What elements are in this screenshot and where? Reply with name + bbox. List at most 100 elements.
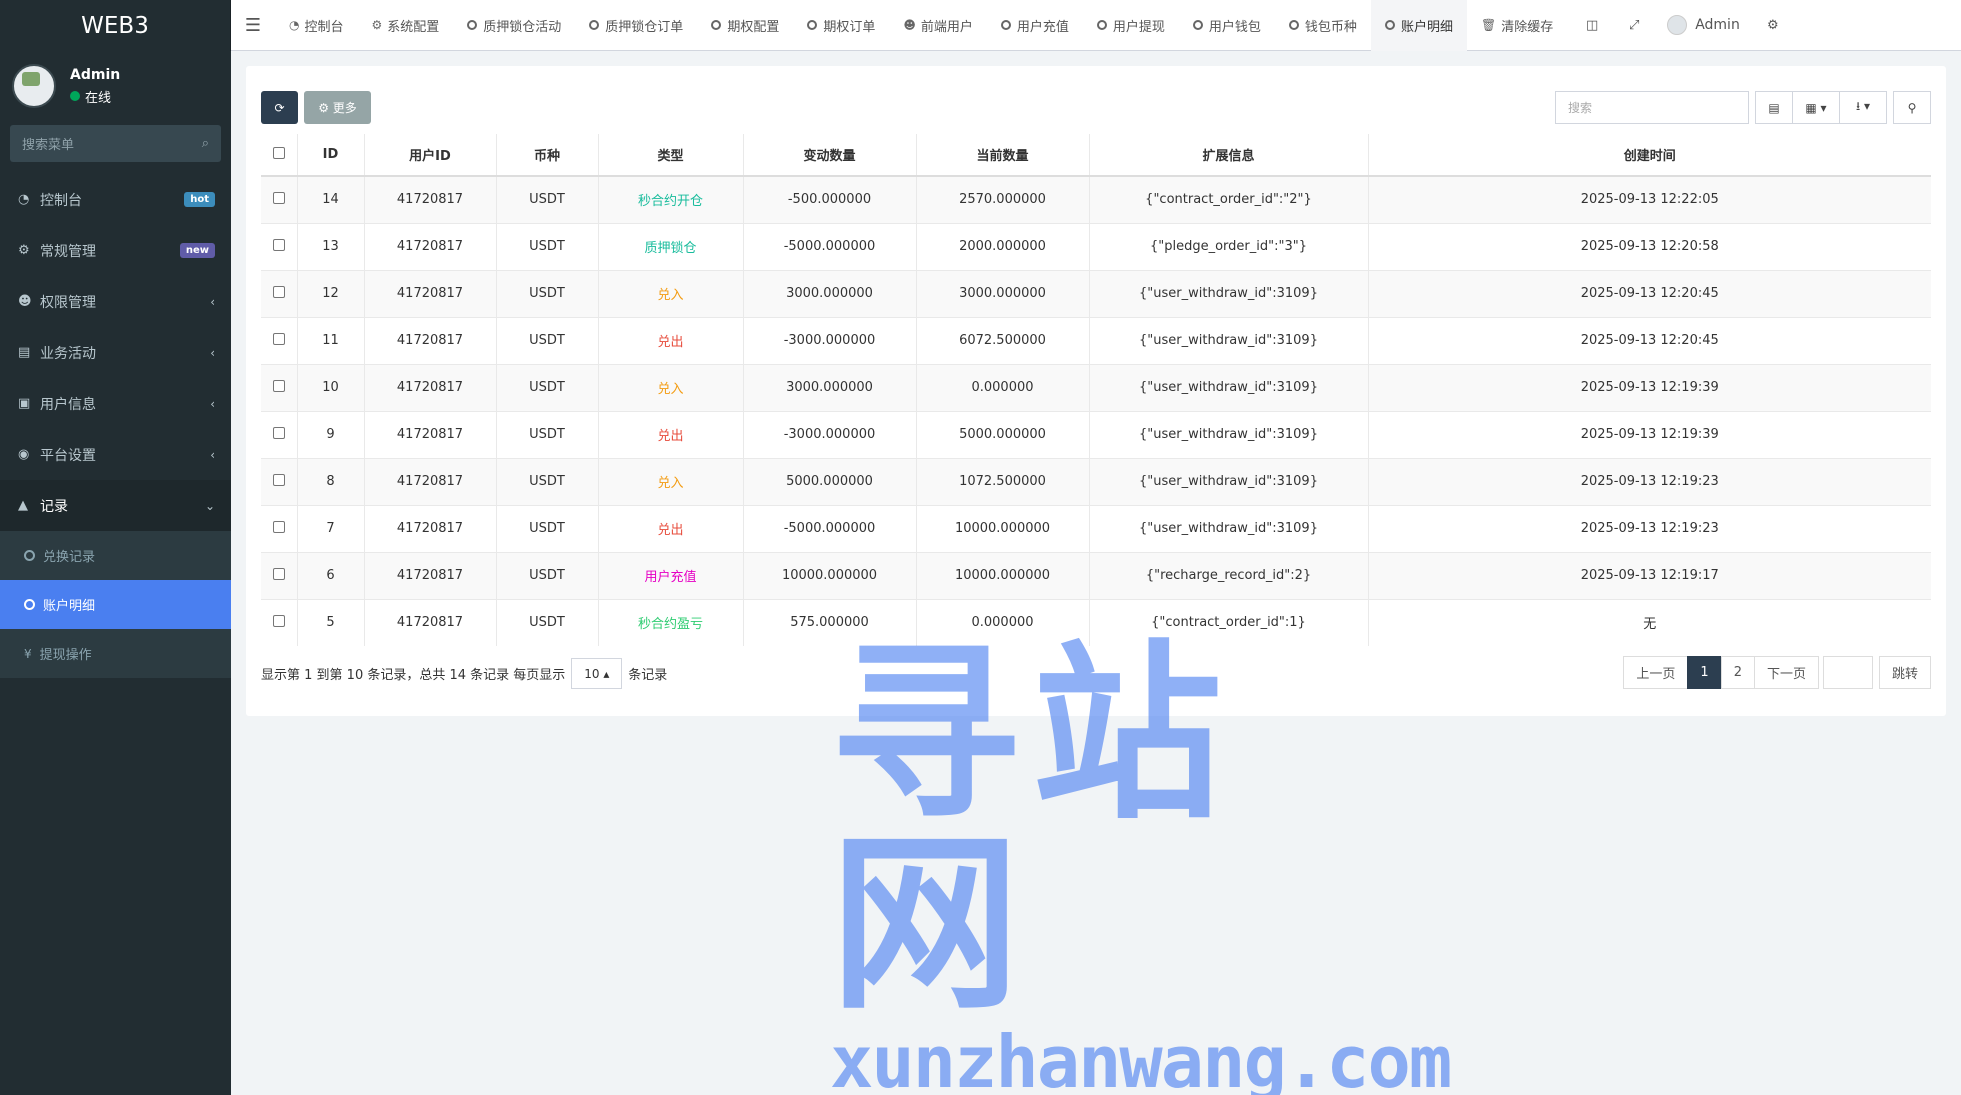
column-header[interactable]: ID [296,134,364,177]
column-header[interactable]: 用户ID [363,134,496,177]
table-row[interactable]: 14 41720817 USDT 秒合约开仓 -500.000000 2570.00000… [261,175,1931,223]
toggle-view-button[interactable]: ▤ [1755,91,1793,124]
tab-clear-cache[interactable]: 🗑 清除缓存 [1467,0,1567,51]
sidebar-subitem-withdraw-operations[interactable]: ¥ 提现操作 [0,629,231,678]
tab-pledge-activity[interactable]: 质押锁仓活动 [453,0,575,51]
pagination: 上一页 1 2 下一页 跳转 [1623,656,1931,689]
cell-type: 兑出 [597,504,743,552]
tab-user-withdraw[interactable]: 用户提现 [1083,0,1179,51]
table-row[interactable]: 12 41720817 USDT 兑入 3000.000000 3000.000000 {"… [261,269,1931,317]
cell-change: 575.000000 [742,598,916,646]
row-select-cell [261,598,297,646]
select-all-header[interactable] [261,134,297,177]
table-row[interactable]: 7 41720817 USDT 兑出 -5000.000000 10000.000000{… [261,504,1931,552]
tab-wallet-coins[interactable]: 钱包币种 [1275,0,1371,51]
tab-option-config[interactable]: 期权配置 [697,0,793,51]
column-header[interactable]: 扩展信息 [1088,134,1368,177]
sidebar-subitem-account-details[interactable]: 账户明细 [0,580,231,629]
table-row[interactable]: 6 41720817 USDT 用户充值 10000.000000 10000.00000… [261,551,1931,599]
cell-current: 2570.000000 [915,175,1089,223]
menu-toggle-icon[interactable]: ☰ [231,15,275,36]
row-checkbox[interactable] [272,567,285,580]
column-header[interactable]: 当前数量 [915,134,1089,177]
cell-type: 秒合约盈亏 [597,598,743,646]
tab-pledge-orders[interactable]: 质押锁仓订单 [575,0,697,51]
cell-change: -5000.000000 [742,504,916,552]
column-header[interactable]: 类型 [597,134,743,177]
new-badge: new [179,243,215,258]
more-button[interactable]: ⚙ 更多 [304,91,371,124]
page-1-button[interactable]: 1 [1687,656,1722,689]
jump-page-input[interactable] [1822,656,1873,689]
row-select-cell [261,175,297,223]
tab-option-orders[interactable]: 期权订单 [793,0,889,51]
cell-time: 2025-09-13 12:22:05 [1367,175,1931,223]
cell-id: 14 [296,175,364,223]
sidebar-item-activities[interactable]: ▤ 业务活动 ‹ [0,327,231,378]
table-row[interactable]: 9 41720817 USDT 兑出 -3000.000000 5000.000000 {"… [261,410,1931,458]
column-header[interactable]: 创建时间 [1367,134,1931,177]
row-checkbox[interactable] [272,238,285,251]
row-checkbox[interactable] [272,332,285,345]
tab-account-details[interactable]: 账户明细 [1370,0,1467,51]
brand-logo[interactable]: WEB3 [0,0,231,51]
cell-ext: {"contract_order_id":"2"} [1088,175,1368,223]
cell-type: 兑入 [597,457,743,505]
row-select-cell [261,269,297,317]
cell-time: 2025-09-13 12:19:39 [1367,363,1931,411]
cell-type: 兑入 [597,269,743,317]
dashboard-icon: ◔ [18,192,30,207]
table-row[interactable]: 13 41720817 USDT 质押锁仓 -5000.000000 2000.00000… [261,222,1931,270]
sidebar-item-general[interactable]: ⚙ 常规管理 new [0,225,231,276]
sidebar-subitem-exchange-records[interactable]: 兑换记录 [0,531,231,580]
sidebar-item-dashboard[interactable]: ◔ 控制台 hot [0,174,231,225]
table-row[interactable]: 8 41720817 USDT 兑入 5000.000000 1072.500000 {"u… [261,457,1931,505]
language-icon[interactable]: ◫ [1571,18,1613,33]
table-row[interactable]: 10 41720817 USDT 兑入 3000.000000 0.000000 {"use… [261,363,1931,411]
prev-page-button[interactable]: 上一页 [1623,656,1689,689]
row-checkbox[interactable] [272,379,285,392]
select-all-checkbox[interactable] [272,146,285,159]
fullscreen-icon[interactable]: ⤢ [1613,18,1655,33]
columns-button[interactable]: ▦ ▾ [1792,91,1840,124]
table-search-input[interactable]: 搜索 [1555,91,1749,124]
refresh-button[interactable]: ⟳ [261,91,298,124]
row-checkbox[interactable] [272,520,285,533]
sidebar-item-platform-settings[interactable]: ◉ 平台设置 ‹ [0,429,231,480]
advanced-search-button[interactable]: ⚲ [1893,91,1931,124]
tab-frontend-users[interactable]: ☻ 前端用户 [889,0,987,51]
row-select-cell [261,504,297,552]
tab-system-config[interactable]: ⚙ 系统配置 [358,0,454,51]
row-checkbox[interactable] [272,426,285,439]
top-user-menu[interactable]: Admin [1655,15,1752,35]
group-icon: ☻ [18,294,32,309]
row-checkbox[interactable] [272,191,285,204]
tab-dashboard[interactable]: ◔ 控制台 [275,0,358,51]
jump-button[interactable]: 跳转 [1878,656,1931,689]
cell-type: 兑入 [597,363,743,411]
export-button[interactable]: ⭳ ▾ [1839,91,1887,124]
cell-current: 10000.000000 [915,551,1089,599]
column-header[interactable]: 变动数量 [742,134,916,177]
cell-change: 3000.000000 [742,363,916,411]
table-row[interactable]: 5 41720817 USDT 秒合约盈亏 575.000000 0.000000 {"co… [261,598,1931,646]
tab-user-recharge[interactable]: 用户充值 [987,0,1083,51]
sidebar-item-records[interactable]: ▲ 记录 ⌄ [0,480,231,531]
page-2-button[interactable]: 2 [1720,656,1755,689]
table-row[interactable]: 11 41720817 USDT 兑出 -3000.000000 6072.500000{… [261,316,1931,364]
cell-time: 2025-09-13 12:20:45 [1367,316,1931,364]
column-header[interactable]: 币种 [495,134,598,177]
gear-icon[interactable]: ⚙ [1752,18,1794,33]
cell-time: 2025-09-13 12:20:45 [1367,269,1931,317]
tab-user-wallet[interactable]: 用户钱包 [1179,0,1275,51]
sidebar-item-user-info[interactable]: ▣ 用户信息 ‹ [0,378,231,429]
page-size-select[interactable]: 10 ▴ [571,658,623,689]
row-checkbox[interactable] [272,614,285,627]
search-icon[interactable]: ⌕ [202,136,209,151]
sidebar-item-permissions[interactable]: ☻ 权限管理 ‹ [0,276,231,327]
row-select-cell [261,316,297,364]
row-checkbox[interactable] [272,285,285,298]
menu-search-input[interactable]: 搜索菜单 ⌕ [10,125,221,162]
row-checkbox[interactable] [272,473,285,486]
next-page-button[interactable]: 下一页 [1753,656,1819,689]
